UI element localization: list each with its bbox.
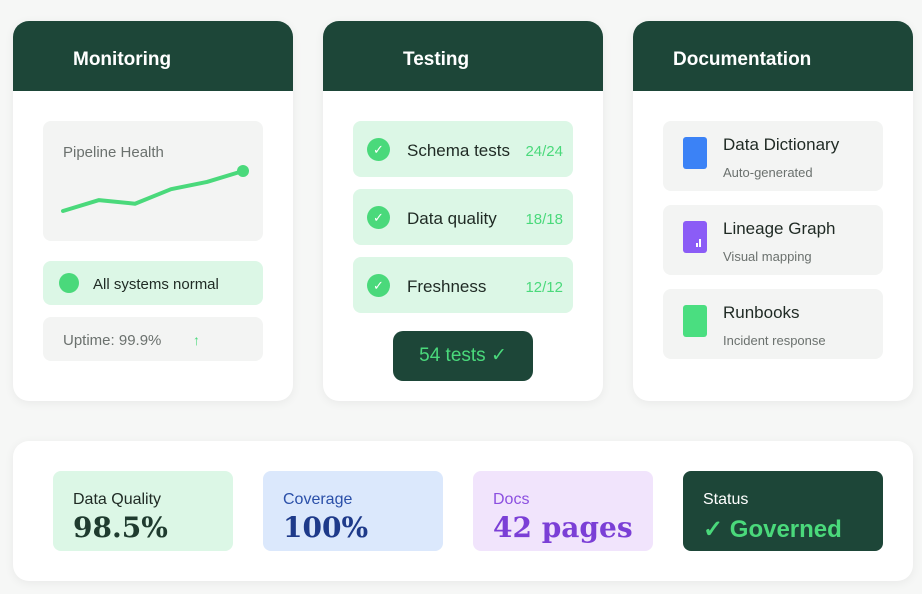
uptime-panel: Uptime: 99.9% ↑ bbox=[43, 317, 263, 361]
metric-label: Coverage bbox=[283, 491, 353, 508]
doc-subtitle: Auto-generated bbox=[723, 165, 813, 180]
up-arrow-icon: ↑ bbox=[193, 332, 200, 348]
metric-label: Data Quality bbox=[73, 491, 162, 508]
tests-summary-button[interactable]: 54 tests ✓ bbox=[393, 331, 533, 381]
green-document-icon bbox=[683, 305, 707, 337]
doc-title: Lineage Graph bbox=[723, 219, 836, 238]
metrics-panel: Data Quality 98.5% Coverage 100% Docs 42… bbox=[13, 441, 913, 581]
purple-chart-document-icon bbox=[683, 221, 707, 253]
doc-title: Data Dictionary bbox=[723, 135, 840, 154]
test-row-freshness[interactable]: ✓ Freshness 12/12 bbox=[353, 257, 573, 313]
test-name: Schema tests bbox=[407, 141, 510, 160]
documentation-card: Documentation Data Dictionary Auto-gener… bbox=[633, 21, 913, 401]
test-count: 24/24 bbox=[525, 143, 563, 160]
test-row-data-quality[interactable]: ✓ Data quality 18/18 bbox=[353, 189, 573, 245]
doc-subtitle: Incident response bbox=[723, 333, 826, 348]
uptime-text: Uptime: 99.9% bbox=[63, 332, 162, 349]
metric-value: 100% bbox=[283, 511, 369, 544]
monitoring-title: Monitoring bbox=[13, 21, 293, 91]
test-count: 18/18 bbox=[525, 211, 563, 228]
check-icon: ✓ bbox=[367, 206, 390, 229]
metric-value: ✓ Governed bbox=[703, 516, 842, 543]
metric-docs: Docs 42 pages bbox=[473, 471, 653, 551]
testing-title: Testing bbox=[323, 21, 603, 91]
blue-document-icon bbox=[683, 137, 707, 169]
metric-coverage: Coverage 100% bbox=[263, 471, 443, 551]
bar-chart-icon bbox=[696, 239, 701, 247]
system-status-panel: All systems normal bbox=[43, 261, 263, 305]
doc-subtitle: Visual mapping bbox=[723, 249, 812, 264]
pipeline-health-line bbox=[61, 169, 245, 213]
pipeline-health-chart bbox=[61, 165, 249, 213]
test-name: Freshness bbox=[407, 277, 487, 296]
metric-value: 42 pages bbox=[493, 511, 633, 544]
test-name: Data quality bbox=[407, 209, 497, 228]
metric-label: Docs bbox=[493, 491, 530, 508]
test-count: 12/12 bbox=[525, 279, 563, 296]
pipeline-health-panel: Pipeline Health bbox=[43, 121, 263, 241]
pipeline-health-latest-point bbox=[237, 165, 249, 177]
check-icon: ✓ bbox=[367, 138, 390, 161]
testing-card: Testing ✓ Schema tests 24/24 ✓ Data qual… bbox=[323, 21, 603, 401]
metric-value: 98.5% bbox=[73, 511, 168, 544]
doc-item-lineage-graph[interactable]: Lineage Graph Visual mapping bbox=[663, 205, 883, 275]
system-status-text: All systems normal bbox=[93, 276, 219, 293]
check-icon: ✓ bbox=[367, 274, 390, 297]
metric-data-quality: Data Quality 98.5% bbox=[53, 471, 233, 551]
doc-title: Runbooks bbox=[723, 303, 800, 322]
metric-label: Status bbox=[703, 491, 749, 508]
documentation-title: Documentation bbox=[633, 21, 913, 91]
status-dot-icon bbox=[59, 273, 79, 293]
doc-item-data-dictionary[interactable]: Data Dictionary Auto-generated bbox=[663, 121, 883, 191]
doc-item-runbooks[interactable]: Runbooks Incident response bbox=[663, 289, 883, 359]
monitoring-card: Monitoring Pipeline Health All systems n… bbox=[13, 21, 293, 401]
test-row-schema[interactable]: ✓ Schema tests 24/24 bbox=[353, 121, 573, 177]
metric-status: Status ✓ Governed bbox=[683, 471, 883, 551]
